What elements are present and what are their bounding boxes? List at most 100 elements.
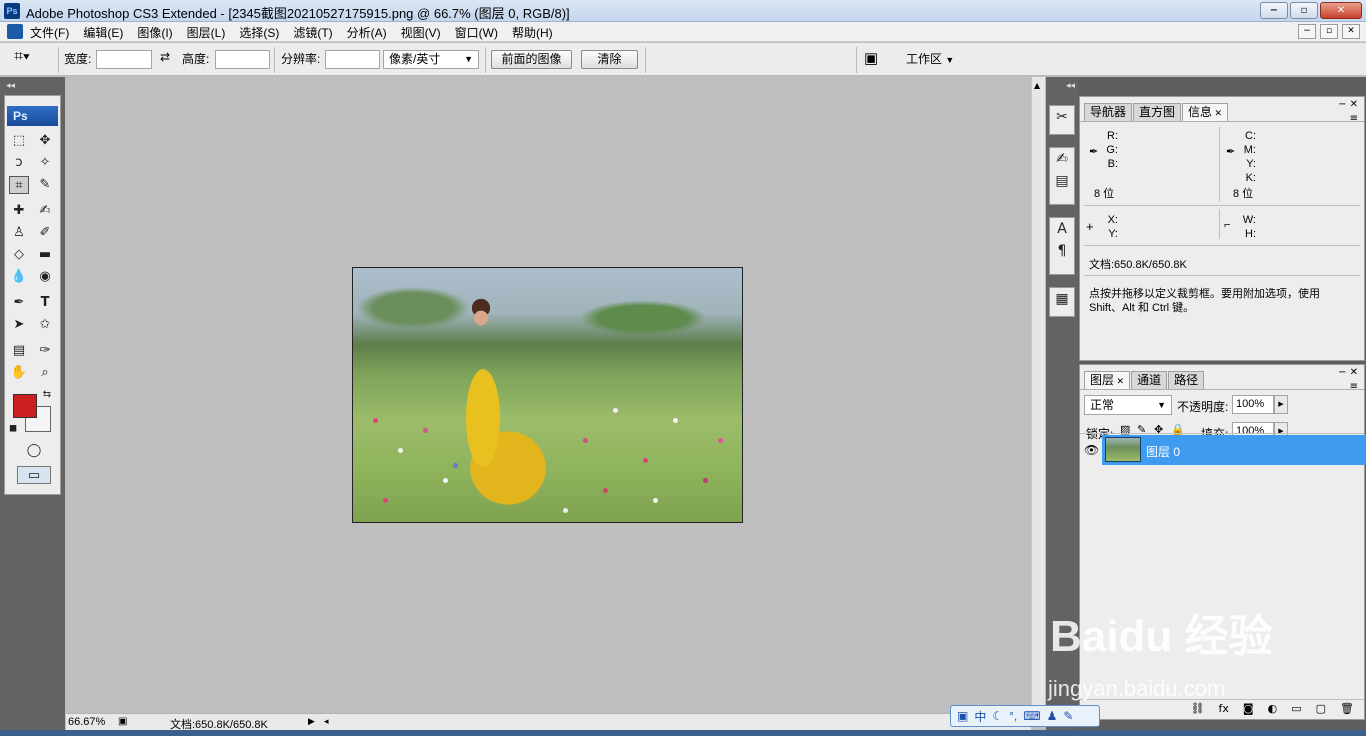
panel-menu-icon[interactable]: ≡ <box>1350 113 1358 124</box>
brush-tool-icon[interactable]: ✍ <box>35 202 55 220</box>
zoom-tool-icon[interactable]: ⌕ <box>35 364 55 382</box>
menu-item-3[interactable]: 图层(L) <box>187 24 226 41</box>
height-input[interactable] <box>215 50 270 69</box>
menu-item-4[interactable]: 选择(S) <box>239 24 279 41</box>
panel-controls[interactable]: − ✕ <box>1338 99 1358 110</box>
crop-tool-preset-icon[interactable]: ⌗▾ <box>14 48 30 66</box>
collapse-arrows-icon[interactable]: ◂◂ <box>6 81 15 91</box>
minimize-button[interactable]: − <box>1260 2 1288 19</box>
document-menu-icon[interactable] <box>7 24 23 39</box>
workspace-menu[interactable]: 工作区 ▼ <box>906 50 954 67</box>
ime-user-icon[interactable]: ♟ <box>1047 709 1058 723</box>
gradient-tool-icon[interactable]: ▬ <box>35 246 55 264</box>
opacity-input[interactable]: 100% <box>1232 395 1274 414</box>
tool-presets-icon[interactable]: ✂ <box>1050 106 1074 128</box>
close-button[interactable]: ✕ <box>1320 2 1362 19</box>
tab-1[interactable]: 直方图 <box>1133 103 1182 121</box>
crop-tool-icon[interactable]: ⌗ <box>9 176 29 194</box>
move-tool-icon[interactable]: ✥ <box>35 132 55 150</box>
menu-item-6[interactable]: 分析(A) <box>347 24 387 41</box>
layer-row[interactable]: 图层 0 <box>1102 435 1366 465</box>
tab-close-icon[interactable]: ✕ <box>1212 108 1223 118</box>
foreground-color-swatch[interactable] <box>13 394 37 418</box>
menu-item-0[interactable]: 文件(F) <box>30 24 69 41</box>
tab-0[interactable]: 图层 ✕ <box>1084 371 1131 389</box>
layer-style-icon[interactable]: fx <box>1219 700 1229 719</box>
tab-close-icon[interactable]: ✕ <box>1114 376 1125 386</box>
menu-item-2[interactable]: 图像(I) <box>137 24 172 41</box>
resolution-input[interactable] <box>325 50 380 69</box>
clone-source-icon[interactable]: ▤ <box>1050 170 1074 192</box>
opacity-slider-arrow-icon[interactable]: ▶ <box>1274 395 1288 414</box>
pen-tool-icon[interactable]: ✒ <box>9 294 29 312</box>
ime-moon-icon[interactable]: ☾ <box>992 709 1003 723</box>
screen-mode-icon[interactable]: ▭ <box>17 466 51 484</box>
paragraph-icon[interactable]: ¶ <box>1050 240 1074 262</box>
character-icon[interactable]: A <box>1050 218 1074 240</box>
panel-controls[interactable]: − ✕ <box>1338 367 1358 378</box>
blend-mode-select[interactable]: 正常 ▼ <box>1084 395 1172 415</box>
eraser-tool-icon[interactable]: ◇ <box>9 246 29 264</box>
history-brush-tool-icon[interactable]: ✐ <box>35 224 55 242</box>
magic-wand-tool-icon[interactable]: ✧ <box>35 154 55 172</box>
scroll-left-icon[interactable]: ◂ <box>324 716 329 727</box>
ime-keyboard-icon[interactable]: ⌨ <box>1023 709 1040 723</box>
layer-visibility-eye-icon[interactable]: 👁 <box>1084 443 1099 457</box>
document-canvas[interactable] <box>66 77 1031 713</box>
tab-1[interactable]: 通道 <box>1131 371 1168 389</box>
brushes-icon[interactable]: ✍ <box>1050 148 1074 170</box>
bridge-icon[interactable]: ▣ <box>864 49 878 67</box>
canvas-vertical-scrollbar[interactable]: ▲ <box>1031 77 1045 713</box>
panel-menu-icon[interactable]: ≡ <box>1350 381 1358 392</box>
type-tool-icon[interactable]: T <box>35 294 55 312</box>
document-image[interactable] <box>352 267 743 523</box>
clear-button[interactable]: 清除 <box>581 50 638 69</box>
status-menu-arrow-icon[interactable]: ▶ <box>308 716 315 727</box>
ime-punctuation-icon[interactable]: °, <box>1009 709 1017 723</box>
ime-mode[interactable]: 中 <box>974 708 986 725</box>
zoom-level[interactable]: 66.67% <box>68 716 105 728</box>
blur-tool-icon[interactable]: 💧 <box>9 268 29 286</box>
expand-arrows-icon[interactable]: ◂◂ <box>1066 81 1075 91</box>
clone-stamp-tool-icon[interactable]: ♙ <box>9 224 29 242</box>
menu-item-7[interactable]: 视图(V) <box>401 24 441 41</box>
eyedropper-tool-icon[interactable]: ✑ <box>35 342 55 360</box>
swap-dimensions-icon[interactable]: ⇄ <box>160 50 170 64</box>
tab-0[interactable]: 导航器 <box>1084 103 1133 121</box>
scroll-up-icon[interactable]: ▲ <box>1034 81 1040 90</box>
link-layers-icon[interactable]: ⛓ <box>1191 700 1205 719</box>
notes-tool-icon[interactable]: ▤ <box>9 342 29 360</box>
tab-2[interactable]: 信息 ✕ <box>1182 103 1229 121</box>
quick-mask-icon[interactable]: ◯ <box>23 442 45 460</box>
menu-item-8[interactable]: 窗口(W) <box>455 24 498 41</box>
menu-item-5[interactable]: 滤镜(T) <box>293 24 332 41</box>
dodge-tool-icon[interactable]: ◉ <box>35 268 55 286</box>
doc-close-button[interactable]: ✕ <box>1342 24 1360 39</box>
new-group-icon[interactable]: ▭ <box>1291 700 1301 719</box>
healing-brush-tool-icon[interactable]: ✚ <box>9 202 29 220</box>
swap-colors-icon[interactable]: ⇆ <box>41 386 53 404</box>
doc-restore-button[interactable]: ▫ <box>1320 24 1338 39</box>
new-layer-icon[interactable]: ▢ <box>1316 700 1326 719</box>
path-selection-tool-icon[interactable]: ➤ <box>9 316 29 334</box>
delete-layer-icon[interactable]: 🗑 <box>1340 700 1354 719</box>
lasso-tool-icon[interactable]: ↄ <box>9 154 29 172</box>
layer-comps-icon[interactable]: ▦ <box>1050 288 1074 310</box>
front-image-button[interactable]: 前面的图像 <box>491 50 572 69</box>
ime-settings-icon[interactable]: ✎ <box>1063 709 1073 723</box>
marquee-tool-icon[interactable]: ⬚ <box>9 132 29 150</box>
resolution-unit-select[interactable]: 像素/英寸 ▼ <box>383 50 479 69</box>
doc-minimize-button[interactable]: − <box>1298 24 1316 39</box>
adjustment-layer-icon[interactable]: ◐ <box>1268 700 1278 719</box>
tab-2[interactable]: 路径 <box>1168 371 1205 389</box>
maximize-button[interactable]: ▫ <box>1290 2 1318 19</box>
slice-tool-icon[interactable]: ✎ <box>35 176 55 194</box>
default-colors-icon[interactable]: ◼ <box>7 420 19 438</box>
menu-item-9[interactable]: 帮助(H) <box>512 24 553 41</box>
menu-item-1[interactable]: 编辑(E) <box>83 24 123 41</box>
ime-logo-icon[interactable]: ▣ <box>957 709 968 723</box>
shape-tool-icon[interactable]: ✩ <box>35 316 55 334</box>
width-input[interactable] <box>96 50 152 69</box>
hand-tool-icon[interactable]: ✋ <box>9 364 29 382</box>
zoom-preview-icon[interactable]: ▣ <box>118 716 127 727</box>
